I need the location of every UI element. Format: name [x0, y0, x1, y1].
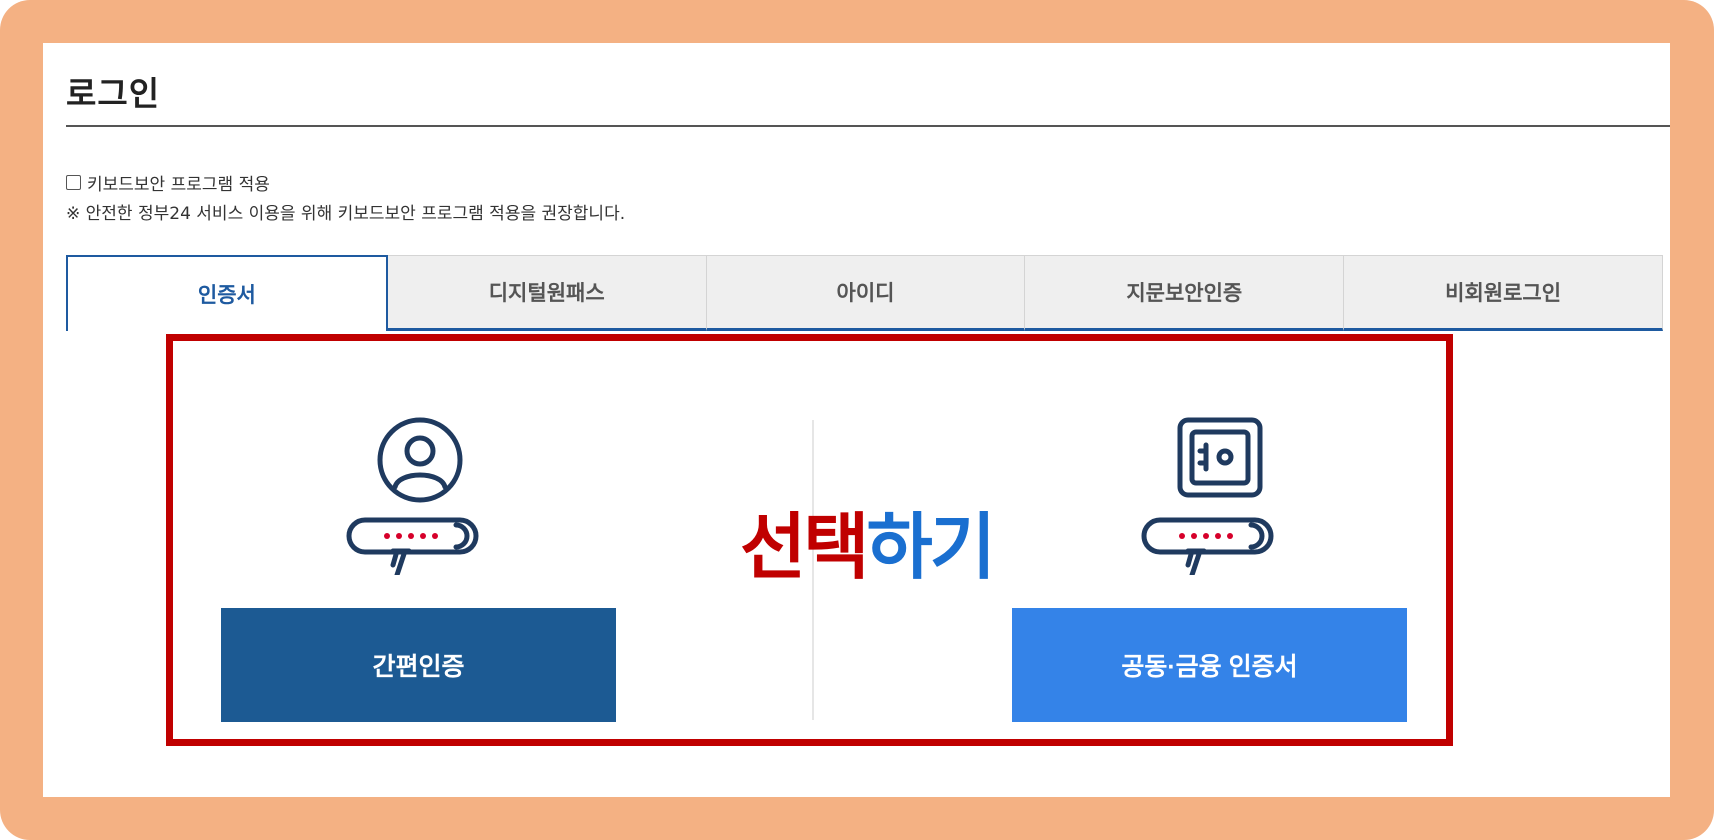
- login-method-tabs: 인증서 디지털원패스 아이디 지문보안인증 비회원로그인: [66, 255, 1663, 331]
- page-title: 로그인: [66, 74, 161, 113]
- select-annotation: 선택하기: [740, 488, 996, 593]
- select-annotation-red: 선택: [740, 505, 869, 589]
- keyboard-security-option[interactable]: 키보드보안 프로그램 적용: [66, 170, 270, 195]
- joint-financial-cert-button[interactable]: 공동·금융 인증서: [1012, 608, 1407, 722]
- tab-fingerprint[interactable]: 지문보안인증: [1025, 255, 1345, 331]
- select-annotation-blue: 하기: [866, 505, 995, 589]
- simple-auth-icon: [346, 417, 479, 575]
- certificate-safe-icon: [1141, 417, 1274, 575]
- tab-certificate[interactable]: 인증서: [66, 255, 388, 331]
- keyboard-security-checkbox[interactable]: [66, 175, 81, 190]
- keyboard-security-label: 키보드보안 프로그램 적용: [87, 175, 270, 195]
- simple-auth-button[interactable]: 간편인증: [221, 608, 616, 722]
- tab-digital-onepass[interactable]: 디지털원패스: [387, 255, 707, 331]
- title-divider: [66, 125, 1670, 127]
- tab-non-member[interactable]: 비회원로그인: [1344, 255, 1663, 331]
- tab-id[interactable]: 아이디: [706, 255, 1026, 331]
- keyboard-security-notice: ※ 안전한 정부24 서비스 이용을 위해 키보드보안 프로그램 적용을 권장합…: [66, 204, 626, 224]
